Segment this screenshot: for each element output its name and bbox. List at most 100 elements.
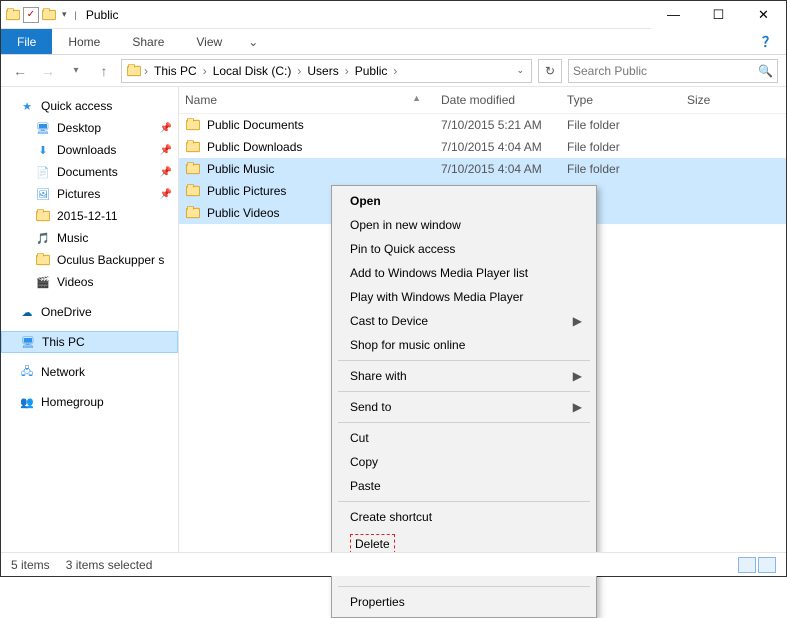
close-button[interactable]: ✕ (741, 1, 786, 29)
menu-item-pin-to-quick-access[interactable]: Pin to Quick access (334, 237, 594, 261)
menu-item-open-in-new-window[interactable]: Open in new window (334, 213, 594, 237)
menu-item-open[interactable]: Open (334, 189, 594, 213)
sidebar-onedrive[interactable]: ☁OneDrive (1, 301, 178, 323)
menu-item-label: Create shortcut (350, 510, 432, 524)
sidebar-downloads[interactable]: ⬇Downloads📌 (1, 139, 178, 161)
crumb-users[interactable]: Users (303, 64, 342, 78)
sidebar-pictures[interactable]: 🖼Pictures📌 (1, 183, 178, 205)
menu-item-shop-for-music-online[interactable]: Shop for music online (334, 333, 594, 357)
menu-item-properties[interactable]: Properties (334, 590, 594, 614)
thispc-icon: 🖥 (20, 334, 36, 350)
chevron-right-icon[interactable]: › (345, 64, 349, 78)
maximize-button[interactable]: ☐ (696, 1, 741, 29)
search-input[interactable]: Search Public 🔍 (568, 59, 778, 83)
network-icon: 🖧 (19, 364, 35, 380)
view-mode-buttons (738, 557, 776, 573)
chevron-right-icon[interactable]: › (297, 64, 301, 78)
column-name[interactable]: Name▲ (185, 93, 441, 107)
recent-dropdown-icon[interactable]: ▾ (65, 60, 87, 82)
documents-icon: 📄 (35, 164, 51, 180)
chevron-right-icon[interactable]: › (144, 64, 148, 78)
tab-home[interactable]: Home (52, 29, 116, 54)
path-dropdown-icon[interactable]: ⌄ (513, 65, 527, 76)
tab-view[interactable]: View (180, 29, 238, 54)
submenu-arrow-icon: ▶ (573, 400, 582, 414)
app-folder-icon (5, 7, 21, 23)
column-date[interactable]: Date modified (441, 93, 567, 107)
breadcrumb[interactable]: › This PC › Local Disk (C:) › Users › Pu… (121, 59, 532, 83)
back-button[interactable]: ← (9, 60, 31, 82)
sidebar-desktop[interactable]: 🖥Desktop📌 (1, 117, 178, 139)
menu-item-label: Open (350, 194, 381, 208)
column-headers: Name▲ Date modified Type Size (179, 87, 786, 114)
menu-item-label: Paste (350, 479, 381, 493)
menu-item-label: Add to Windows Media Player list (350, 266, 528, 280)
sidebar-network[interactable]: 🖧Network (1, 361, 178, 383)
quick-access-toolbar: ✓ ▾ | (1, 7, 80, 23)
menu-item-cast-to-device[interactable]: Cast to Device▶ (334, 309, 594, 333)
menu-item-copy[interactable]: Copy (334, 450, 594, 474)
chevron-right-icon[interactable]: › (393, 64, 397, 78)
sidebar-this-pc[interactable]: 🖥This PC (1, 331, 178, 353)
menu-item-label: Play with Windows Media Player (350, 290, 523, 304)
sidebar-music[interactable]: 🎵Music (1, 227, 178, 249)
file-name: Public Music (207, 162, 274, 176)
file-row[interactable]: Public Documents7/10/2015 5:21 AMFile fo… (179, 114, 786, 136)
details-view-button[interactable] (738, 557, 756, 573)
folder-icon (185, 117, 201, 133)
file-type: File folder (567, 118, 687, 132)
column-type[interactable]: Type (567, 93, 687, 107)
column-size[interactable]: Size (687, 93, 786, 107)
menu-item-cut[interactable]: Cut (334, 426, 594, 450)
up-button[interactable]: ↑ (93, 60, 115, 82)
desktop-icon: 🖥 (35, 120, 51, 136)
crumb-public[interactable]: Public (351, 64, 392, 78)
music-icon: 🎵 (35, 230, 51, 246)
file-tab[interactable]: File (1, 29, 52, 54)
pin-icon: 📌 (160, 167, 172, 178)
crumb-thispc[interactable]: This PC (150, 64, 201, 78)
sidebar-label: Downloads (57, 143, 116, 157)
qat-dropdown-icon[interactable]: ▾ (59, 9, 70, 20)
file-row[interactable]: Public Downloads7/10/2015 4:04 AMFile fo… (179, 136, 786, 158)
sidebar-label: Pictures (57, 187, 100, 201)
menu-item-share-with[interactable]: Share with ▶ (334, 364, 594, 388)
menu-item-play-with-windows-media-player[interactable]: Play with Windows Media Player (334, 285, 594, 309)
menu-separator (338, 360, 590, 361)
qat-newfolder-icon[interactable] (41, 7, 57, 23)
ribbon-expand-icon[interactable]: ⌄ (238, 35, 268, 49)
status-bar: 5 items 3 items selected (1, 552, 786, 576)
pin-icon: 📌 (160, 189, 172, 200)
sidebar-videos[interactable]: 🎬Videos (1, 271, 178, 293)
sidebar-quick-access[interactable]: ★Quick access (1, 95, 178, 117)
forward-button[interactable]: → (37, 60, 59, 82)
menu-item-label: Open in new window (350, 218, 461, 232)
menu-item-create-shortcut[interactable]: Create shortcut (334, 505, 594, 529)
sidebar-homegroup[interactable]: 👥Homegroup (1, 391, 178, 413)
folder-icon (185, 205, 201, 221)
menu-item-add-to-windows-media-player-list[interactable]: Add to Windows Media Player list (334, 261, 594, 285)
refresh-button[interactable]: ↻ (538, 59, 562, 83)
search-placeholder: Search Public (573, 64, 647, 78)
minimize-button[interactable]: — (651, 1, 696, 29)
file-name: Public Pictures (207, 184, 286, 198)
folder-icon (35, 252, 51, 268)
chevron-right-icon[interactable]: › (203, 64, 207, 78)
sidebar-oculus[interactable]: Oculus Backupper s (1, 249, 178, 271)
menu-item-label: Share with (350, 369, 407, 383)
crumb-disk[interactable]: Local Disk (C:) (209, 64, 296, 78)
sidebar-dated-folder[interactable]: 2015-12-11 (1, 205, 178, 227)
navigation-pane: ★Quick access 🖥Desktop📌 ⬇Downloads📌 📄Doc… (1, 87, 179, 552)
icons-view-button[interactable] (758, 557, 776, 573)
menu-item-send-to[interactable]: Send to▶ (334, 395, 594, 419)
path-folder-icon (126, 63, 142, 79)
menu-item-label: Delete (350, 534, 395, 554)
file-row[interactable]: Public Music7/10/2015 4:04 AMFile folder (179, 158, 786, 180)
help-icon[interactable]: ？ (762, 32, 786, 52)
menu-item-paste[interactable]: Paste (334, 474, 594, 498)
qat-properties-icon[interactable]: ✓ (23, 7, 39, 23)
tab-share[interactable]: Share (116, 29, 180, 54)
window-controls: — ☐ ✕ (651, 1, 786, 29)
sidebar-documents[interactable]: 📄Documents📌 (1, 161, 178, 183)
submenu-arrow-icon: ▶ (573, 369, 582, 383)
